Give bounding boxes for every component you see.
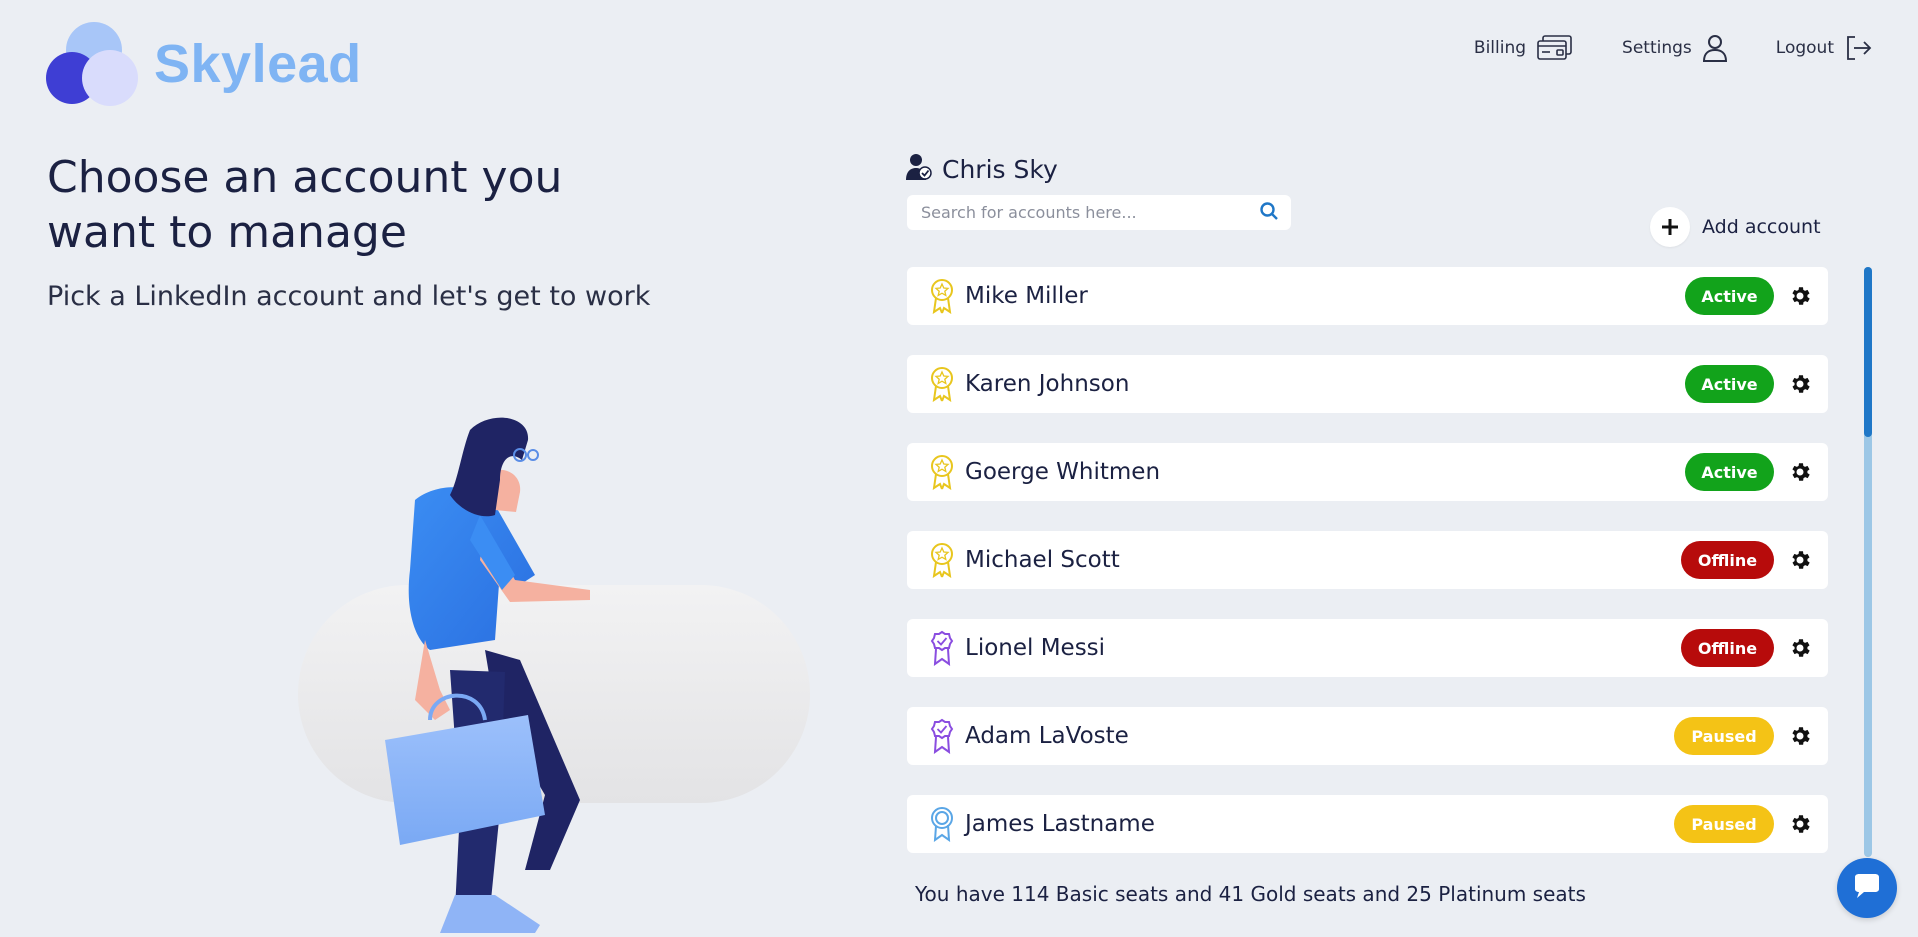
chat-icon [1852,872,1882,904]
logout-label: Logout [1775,38,1834,58]
status-badge: Offline [1681,541,1774,579]
gold-badge-icon [929,366,955,402]
logout-icon [1844,34,1872,62]
page-subtitle: Pick a LinkedIn account and let's get to… [47,281,651,312]
platinum-badge-icon [929,630,955,666]
status-badge: Active [1685,277,1774,315]
settings-label: Settings [1622,38,1692,58]
billing-link[interactable]: Billing [1474,35,1574,61]
settings-link[interactable]: Settings [1622,34,1728,62]
gear-icon[interactable] [1788,636,1812,660]
account-row[interactable]: Lionel Messi Offline [907,619,1828,677]
seats-summary: You have 114 Basic seats and 41 Gold sea… [915,882,1586,906]
chat-button[interactable] [1837,858,1897,918]
user-name: Chris Sky [942,154,1058,184]
status-badge: Active [1685,453,1774,491]
account-list: Mike Miller Active Karen Johnson Active Goer… [907,267,1828,883]
add-account-label: Add account [1702,216,1821,238]
logo-mark-icon [46,22,140,106]
user-icon [1702,34,1728,62]
basic-badge-icon [929,806,955,842]
credit-card-icon [1536,35,1574,61]
gold-badge-icon [929,278,955,314]
billing-label: Billing [1473,38,1527,58]
status-badge: Offline [1681,629,1774,667]
account-name: Karen Johnson [965,371,1130,397]
gear-icon[interactable] [1788,812,1812,836]
gear-icon[interactable] [1788,372,1812,396]
account-name: James Lastname [965,811,1155,837]
account-row[interactable]: James Lastname Paused [907,795,1828,853]
gold-badge-icon [929,454,955,490]
account-search [907,195,1291,230]
account-name: Mike Miller [965,283,1088,309]
add-account-button[interactable]: Add account [1650,207,1821,247]
gear-icon[interactable] [1788,724,1812,748]
top-nav: Billing Settings Logout [1474,34,1872,62]
gear-icon[interactable] [1788,548,1812,572]
account-name: Lionel Messi [965,635,1106,661]
search-input[interactable] [919,202,1259,223]
account-name: Adam LaVoste [965,723,1129,749]
brand-logo[interactable]: Skylead [46,22,362,106]
account-row[interactable]: Adam LaVoste Paused [907,707,1828,765]
scrollbar-thumb[interactable] [1864,267,1872,437]
current-user: Chris Sky [906,152,1058,186]
account-row[interactable]: Goerge Whitmen Active [907,443,1828,501]
status-badge: Active [1685,365,1774,403]
gear-icon[interactable] [1788,284,1812,308]
woman-with-bag-illustration [290,410,820,937]
logout-link[interactable]: Logout [1776,34,1872,62]
user-verified-icon [906,152,932,186]
account-name: Goerge Whitmen [965,459,1161,485]
account-row[interactable]: Mike Miller Active [907,267,1828,325]
account-row[interactable]: Karen Johnson Active [907,355,1828,413]
page-title: Choose an account you want to manage [47,152,563,258]
account-name: Michael Scott [965,547,1120,573]
gold-badge-icon [929,542,955,578]
status-badge: Paused [1674,717,1774,755]
plus-icon [1650,207,1690,247]
status-badge: Paused [1674,805,1774,843]
platinum-badge-icon [929,718,955,754]
account-row[interactable]: Michael Scott Offline [907,531,1828,589]
gear-icon[interactable] [1788,460,1812,484]
brand-name: Skylead [154,34,362,94]
search-icon[interactable] [1259,201,1279,225]
